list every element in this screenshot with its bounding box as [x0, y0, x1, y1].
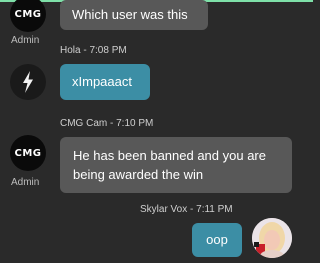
skylar-avatar[interactable]	[252, 218, 292, 258]
admin-role-label: Admin	[11, 35, 40, 46]
message-bubble: He has been banned and you are being awa…	[60, 137, 292, 193]
user-photo-avatar	[252, 218, 292, 258]
message-bubble: xImpaaact	[60, 64, 150, 100]
admin-role-label: Admin	[11, 177, 40, 188]
message-bubble: Which user was this	[60, 0, 208, 30]
cmg-avatar-logo: CMG	[14, 147, 42, 159]
message-meta: CMG Cam - 7:10 PM	[60, 118, 154, 129]
lightning-bolt-icon	[23, 71, 33, 93]
message-bubble: oop	[192, 223, 242, 257]
hola-avatar[interactable]	[10, 64, 46, 100]
message-meta: Skylar Vox - 7:11 PM	[140, 204, 233, 215]
message-text: xImpaaact	[72, 74, 132, 89]
cmg-avatar[interactable]: CMG	[10, 0, 46, 32]
message-text-line: being awarded the win	[73, 167, 204, 182]
message-text: Which user was this	[72, 7, 188, 22]
message-text: oop	[206, 232, 228, 247]
message-text-line: He has been banned and you are	[73, 148, 266, 163]
message-meta: Hola - 7:08 PM	[60, 45, 127, 56]
cmg-avatar[interactable]: CMG	[10, 135, 46, 171]
cmg-avatar-logo: CMG	[14, 8, 42, 20]
